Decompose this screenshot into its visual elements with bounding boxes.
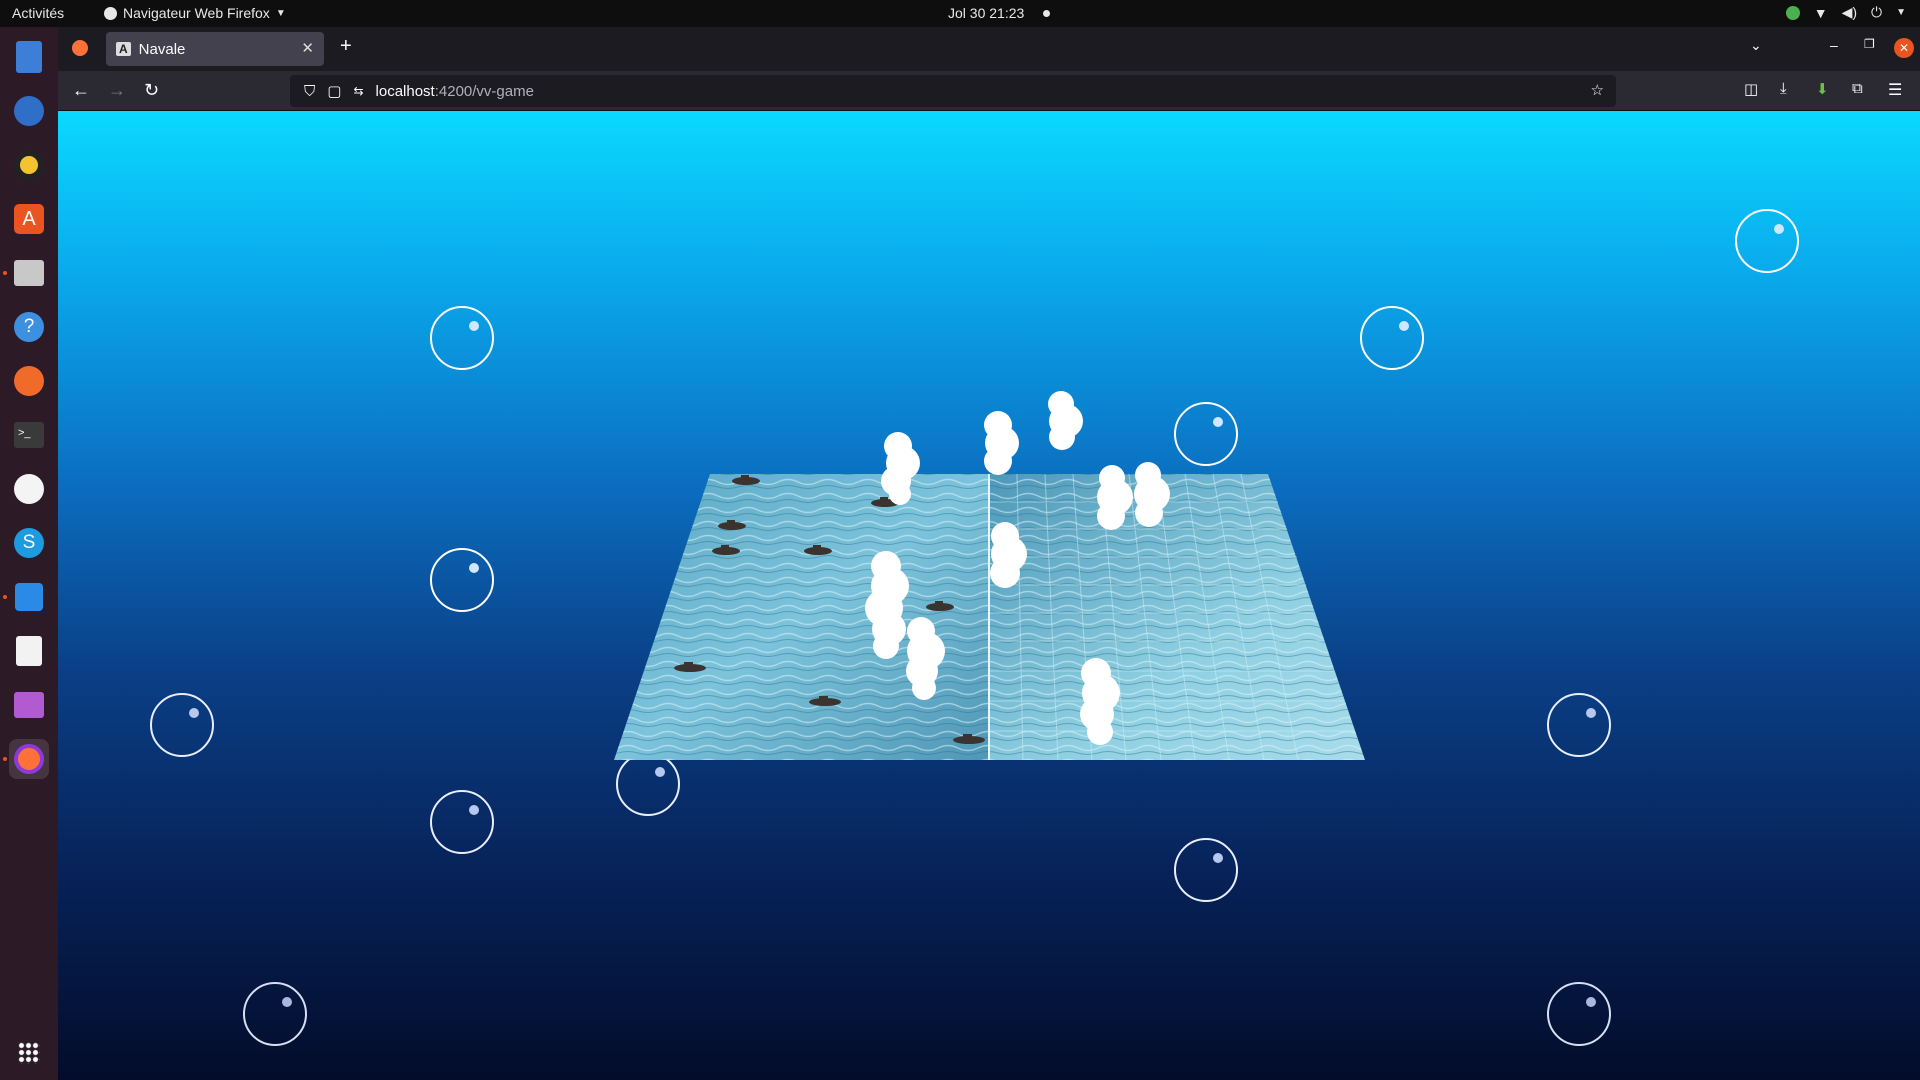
system-tray[interactable]: ▼ ◀) ⏻ ▼ [1785,4,1906,21]
bubble [1735,209,1799,273]
system-top-bar: Activités Navigateur Web Firefox ▼ Jol 3… [0,0,1920,27]
minimize-icon[interactable]: – [1830,37,1838,53]
pocket-icon[interactable]: ◫ [1744,80,1758,98]
tab-bar: A Navale ✕ + ⌄ – ❐ ✕ [58,27,1920,71]
app-menu[interactable]: Navigateur Web Firefox ▼ [104,5,286,21]
power-icon[interactable]: ⏻ [1871,4,1882,21]
video-player-icon[interactable] [9,685,49,725]
bubble [430,306,494,370]
smoke-plume [1048,391,1083,450]
running-indicator [3,757,7,761]
game-canvas[interactable] [58,111,1920,1080]
downloads-icon[interactable]: ⤓ [1780,80,1787,97]
help-icon[interactable]: ? [9,307,49,347]
close-window-icon[interactable]: ✕ [1894,38,1914,58]
bubble [243,982,307,1046]
text-editor-icon[interactable] [9,37,49,77]
bubble [616,752,680,816]
game-board[interactable] [614,473,1365,761]
terminal-icon[interactable]: >_ [9,415,49,455]
bubble [1174,838,1238,902]
mongodb-icon[interactable] [9,469,49,509]
tab-title: Navale [138,40,186,58]
bookmark-star-icon[interactable]: ☆ [1591,81,1604,99]
wifi-icon[interactable]: ▼ [1814,5,1828,21]
new-tab-icon[interactable]: + [340,35,352,58]
forward-icon[interactable]: → [108,80,126,101]
document-viewer-icon[interactable] [9,631,49,671]
volume-icon[interactable]: ◀) [1842,4,1857,21]
page-icon[interactable]: ▢ [327,82,341,100]
app-menu-label: Navigateur Web Firefox [123,5,270,21]
bubble [1547,982,1611,1046]
url-text[interactable]: localhost:4200/vv-game [376,83,534,100]
chevron-down-icon[interactable]: ▼ [1896,7,1906,18]
game-scene[interactable] [58,111,1920,1080]
angular-icon: A [116,42,131,56]
nav-bar: ← → ↻ ⛉ ▢ ⇆ localhost:4200/vv-game ☆ ◫ ⤓… [58,71,1920,111]
reload-icon[interactable]: ↻ [144,80,159,101]
bubble [1174,402,1238,466]
bubble [1547,693,1611,757]
app-grid-icon[interactable] [9,1033,49,1073]
tab-list-icon[interactable]: ⌄ [1750,37,1762,54]
running-indicator [3,595,7,599]
running-indicator [3,271,7,275]
url-bar[interactable]: ⛉ ▢ ⇆ localhost:4200/vv-game ☆ [290,75,1616,107]
extensions-icon[interactable]: ⧉ [1852,80,1863,97]
drawing-icon[interactable] [9,361,49,401]
chevron-down-icon: ▼ [275,7,286,19]
files-icon[interactable] [9,253,49,293]
music-icon[interactable] [9,145,49,185]
shield-icon[interactable]: ⛉ [304,83,315,100]
firefox-icon[interactable] [9,739,49,779]
close-icon[interactable]: ✕ [301,39,314,57]
restore-icon[interactable]: ❐ [1864,37,1875,51]
mail-icon[interactable] [9,91,49,131]
menu-icon[interactable]: ☰ [1888,80,1902,100]
smoke-plume [984,411,1019,475]
firefox-view-icon[interactable] [72,40,88,56]
firefox-small-icon [104,6,117,20]
notification-dot [1043,10,1050,17]
software-center-icon[interactable]: A [9,199,49,239]
update-icon[interactable] [1785,5,1800,20]
bubble [1360,306,1424,370]
bubble [150,693,214,757]
bubble [430,790,494,854]
clock[interactable]: Jol 30 21:23 [948,5,1024,21]
back-icon[interactable]: ← [72,80,90,101]
dock: A ? >_ S [0,27,58,1080]
extension-green-icon[interactable]: ⬇ [1816,80,1829,98]
activities-button[interactable]: Activités [12,5,64,21]
skype-icon[interactable]: S [9,523,49,563]
tab-navale[interactable]: A Navale ✕ [106,32,324,66]
vscode-icon[interactable] [9,577,49,617]
permissions-icon[interactable]: ⇆ [353,84,363,98]
bubble [430,548,494,612]
